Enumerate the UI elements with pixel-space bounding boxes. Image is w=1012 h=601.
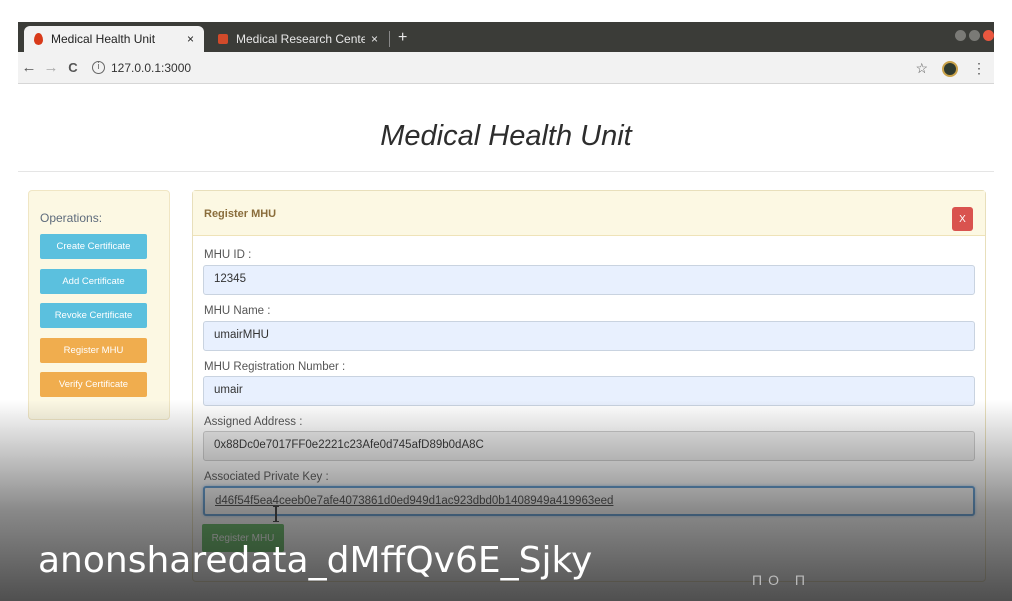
mhu-registration-number-input[interactable]: umair [203,376,975,406]
operations-label: Operations: [40,211,103,225]
create-certificate-button[interactable]: Create Certificate [40,234,147,259]
tab-medical-research-center[interactable]: Medical Research Center × [208,26,390,52]
assigned-address-input[interactable]: 0x88Dc0e7017FF0e2221c23Afe0d745afD89b0dA… [203,431,975,461]
reload-icon[interactable]: C [62,60,84,75]
profile-avatar[interactable] [942,60,958,77]
register-mhu-panel: Register MHU X MHU ID : 12345 MHU Name :… [192,190,986,582]
browser-window: Medical Health Unit × Medical Research C… [18,22,994,84]
tab-medical-health-unit[interactable]: Medical Health Unit × [24,26,204,52]
tab-title: Medical Research Center [236,32,365,46]
forward-arrow-icon[interactable]: → [40,59,62,76]
tab-close-icon[interactable]: × [371,32,378,46]
revoke-certificate-button[interactable]: Revoke Certificate [40,303,147,328]
register-mhu-submit-button[interactable]: Register MHU [202,524,284,552]
kebab-menu-icon[interactable]: ⋮ [972,60,986,77]
back-arrow-icon[interactable]: ← [18,59,40,76]
verify-certificate-button[interactable]: Verify Certificate [40,372,147,397]
add-certificate-button[interactable]: Add Certificate [40,269,147,294]
window-close-button[interactable] [983,30,994,41]
faint-overlay-marks: ΠΟ Π [752,572,811,588]
mhu-id-label: MHU ID : [204,249,252,261]
window-controls [955,30,994,41]
private-key-label: Associated Private Key : [204,471,329,483]
url-field[interactable]: i 127.0.0.1:3000 [92,61,191,75]
bookmark-star-icon[interactable]: ☆ [915,60,928,77]
panel-title: Register MHU [204,208,277,220]
site-favicon-icon [218,34,228,44]
address-bar: ← → C i 127.0.0.1:3000 ☆ ⋮ [18,52,994,84]
mhu-name-label: MHU Name : [204,305,271,317]
panel-close-button[interactable]: X [952,207,973,231]
private-key-input[interactable]: d46f54f5ea4ceeb0e7afe4073861d0ed949d1ac9… [203,486,975,516]
browser-toolbar-right: ☆ ⋮ [915,60,986,77]
mhu-id-input[interactable]: 12345 [203,265,975,295]
mhu-registration-number-label: MHU Registration Number : [204,361,346,373]
register-mhu-button[interactable]: Register MHU [40,338,147,363]
minimize-button[interactable] [955,30,966,41]
tab-title: Medical Health Unit [51,32,156,46]
header-divider [18,171,994,172]
tab-divider [389,31,390,47]
operations-panel: Operations: Create Certificate Add Certi… [28,190,170,420]
url-text: 127.0.0.1:3000 [111,60,192,75]
text-cursor-icon [273,506,279,522]
assigned-address-label: Assigned Address : [204,416,303,428]
blood-drop-icon [34,33,43,45]
new-tab-button[interactable]: + [398,29,407,47]
maximize-button[interactable] [969,30,980,41]
panel-header: Register MHU X [193,191,985,236]
page-title: Medical Health Unit [380,120,632,152]
tab-close-icon[interactable]: × [187,32,194,46]
tab-strip: Medical Health Unit × Medical Research C… [18,22,994,52]
info-icon[interactable]: i [92,61,105,74]
mhu-name-input[interactable]: umairMHU [203,321,975,351]
